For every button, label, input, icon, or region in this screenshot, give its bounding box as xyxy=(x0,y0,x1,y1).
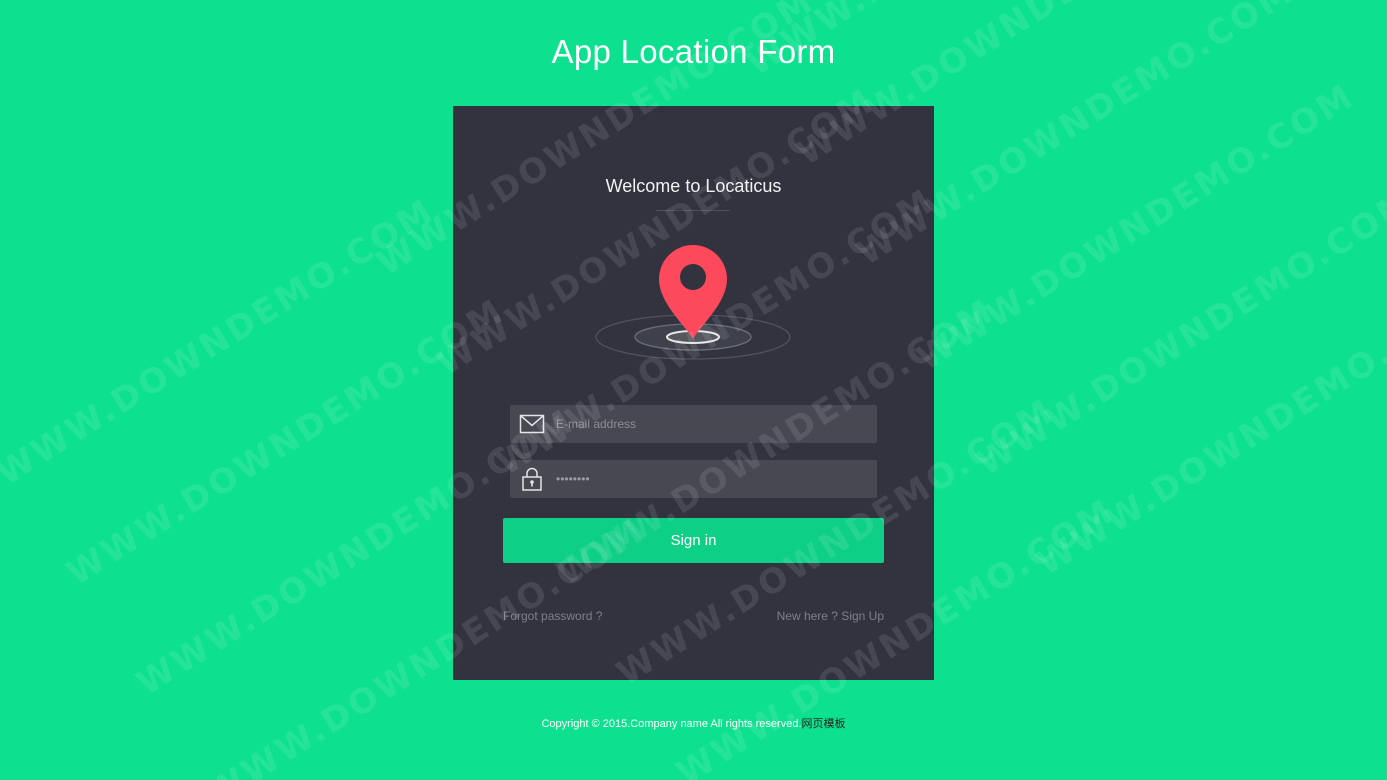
welcome-heading: Welcome to Locaticus xyxy=(605,176,782,196)
page-title: App Location Form xyxy=(551,33,836,70)
watermark: WWW.DOWNDEMO.COM xyxy=(910,75,1362,379)
template-link[interactable]: 网页模板 xyxy=(802,718,846,730)
watermark: WWW.DOWNDEMO.COM xyxy=(1030,280,1387,584)
envelope-icon xyxy=(519,414,545,434)
email-input[interactable] xyxy=(556,405,866,443)
location-pin-icon xyxy=(595,245,791,360)
watermark: WWW.DOWNDEMO.COM xyxy=(0,190,442,494)
forgot-password-link[interactable]: Forgot password ? xyxy=(503,609,602,623)
sign-in-button[interactable]: Sign in xyxy=(503,518,884,563)
email-field xyxy=(510,405,877,443)
copyright-text: Copyright © 2015.Company name All rights… xyxy=(541,718,802,730)
password-field xyxy=(510,460,877,498)
password-input[interactable] xyxy=(556,460,866,498)
lock-icon xyxy=(522,467,542,491)
sign-up-link[interactable]: New here ? Sign Up xyxy=(777,609,884,623)
watermark: WWW.DOWNDEMO.COM xyxy=(60,290,512,594)
divider xyxy=(656,210,730,211)
footer: Copyright © 2015.Company name All rights… xyxy=(0,715,1387,731)
login-card: Welcome to Locaticus Sign in Forgot pass… xyxy=(453,106,934,680)
watermark: WWW.DOWNDEMO.COM xyxy=(970,180,1387,484)
